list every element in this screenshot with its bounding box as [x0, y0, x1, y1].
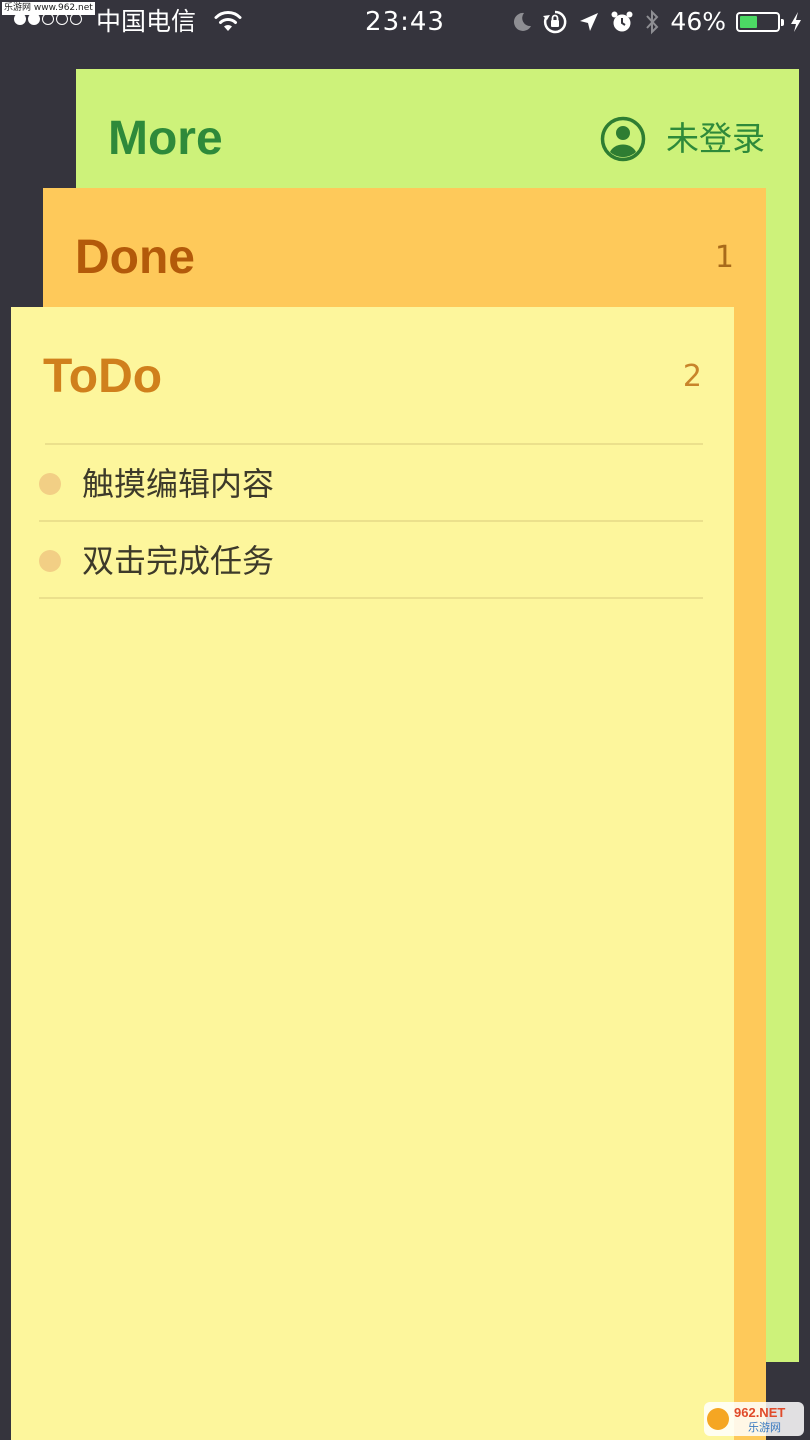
account-label: 未登录: [666, 119, 765, 158]
svg-text:乐游网: 乐游网: [748, 1421, 781, 1434]
moon-icon: [514, 12, 532, 31]
battery-icon: [736, 12, 784, 32]
todo-count: 2: [682, 359, 702, 394]
list-item[interactable]: 触摸编辑内容: [39, 446, 703, 522]
more-card-title: More: [108, 112, 223, 165]
charging-bolt-icon: [791, 12, 801, 32]
task-bullet-icon[interactable]: [39, 550, 61, 572]
todo-header-divider: [45, 443, 703, 445]
done-card-title: Done: [75, 231, 195, 284]
rotation-lock-icon: [543, 10, 567, 34]
todo-card[interactable]: ToDo 2 触摸编辑内容 双击完成任务: [11, 307, 734, 1440]
account-button[interactable]: 未登录: [600, 114, 765, 164]
done-count: 1: [714, 240, 734, 275]
bluetooth-icon: [646, 9, 659, 35]
task-text[interactable]: 双击完成任务: [82, 541, 274, 581]
watermark-logo: 962.NET 乐游网: [704, 1402, 804, 1436]
status-bar: 乐游网 www.962.net 中国电信 23:43 46%: [0, 0, 810, 44]
battery-percent: 46%: [670, 7, 726, 36]
alarm-icon: [611, 11, 633, 32]
location-arrow-icon: [580, 13, 599, 31]
user-circle-icon: [600, 116, 646, 162]
todo-card-title: ToDo: [43, 350, 163, 403]
list-item[interactable]: 双击完成任务: [39, 523, 703, 599]
task-text[interactable]: 触摸编辑内容: [82, 464, 274, 504]
task-bullet-icon[interactable]: [39, 473, 61, 495]
svg-text:962.NET: 962.NET: [734, 1405, 785, 1420]
